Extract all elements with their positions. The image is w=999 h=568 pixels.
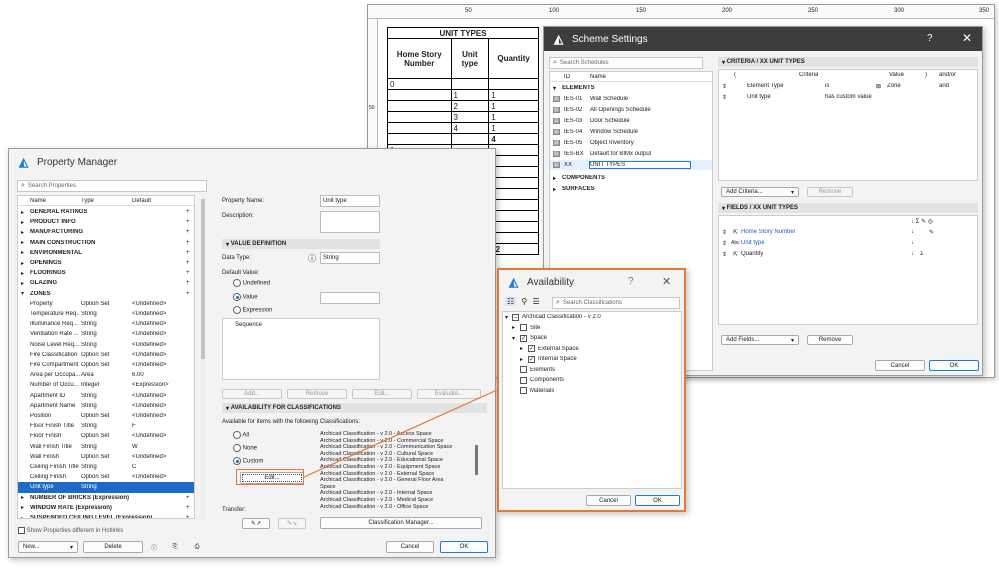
- callout-connector: [303, 389, 498, 478]
